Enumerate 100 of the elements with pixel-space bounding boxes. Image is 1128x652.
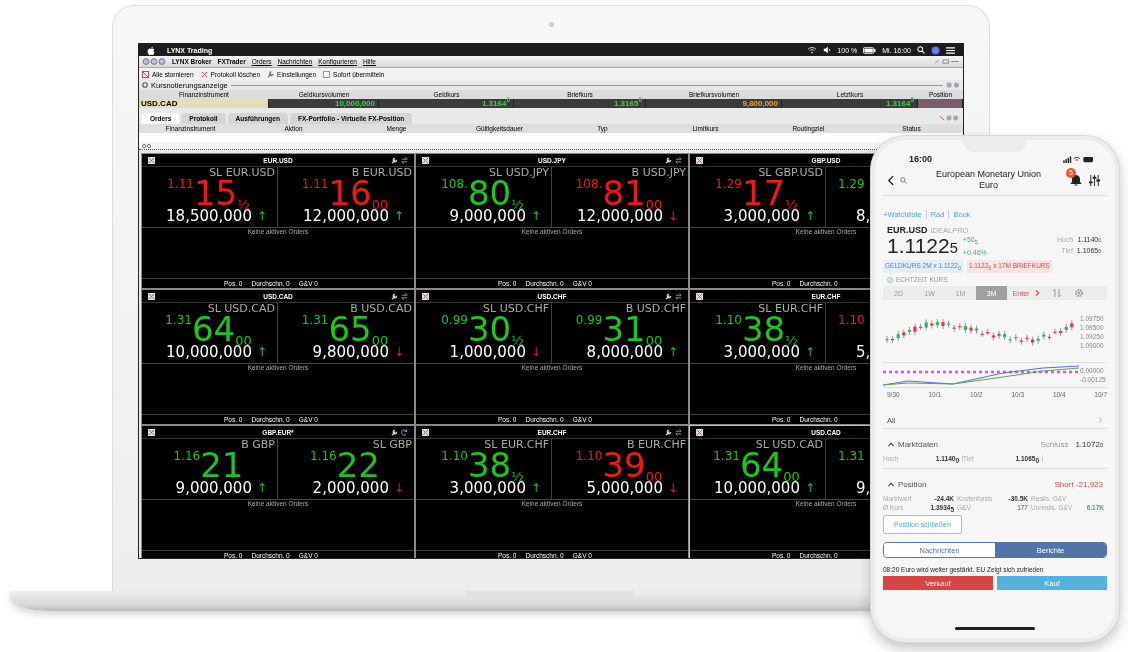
swap-icon[interactable] bbox=[675, 292, 682, 300]
collapse-icon[interactable] bbox=[887, 441, 895, 447]
quote-label: B USD.JPY bbox=[631, 167, 686, 179]
quote-label: SL EUR.CHF bbox=[758, 303, 823, 315]
wifi-icon[interactable] bbox=[807, 46, 818, 54]
tab-tools-icon[interactable] bbox=[939, 115, 959, 121]
quote-label: B EUR.USD bbox=[351, 167, 412, 179]
chevron-icon bbox=[1098, 416, 1103, 425]
cell-value: USD.CAD bbox=[141, 99, 178, 108]
quote-label: B EUR.CHF bbox=[626, 439, 686, 451]
collapse-icon[interactable] bbox=[887, 481, 895, 487]
wrench-icon[interactable] bbox=[665, 156, 672, 164]
wrench-icon[interactable] bbox=[391, 156, 398, 164]
price-prefix: 1.31 bbox=[165, 313, 192, 327]
quote-label: SL USD.CAD bbox=[755, 439, 823, 451]
tick-arrow: ↑ bbox=[393, 208, 404, 224]
cell-value: 1.3164$^{0}$ bbox=[481, 99, 510, 108]
swap-icon[interactable] bbox=[401, 156, 408, 164]
camera-icon bbox=[549, 22, 554, 27]
tick-arrow: ↓ bbox=[393, 480, 404, 496]
tick-arrow: ↑ bbox=[804, 344, 815, 360]
wrench-icon[interactable] bbox=[665, 292, 672, 300]
chevron-icon[interactable] bbox=[1035, 289, 1040, 298]
price-pips[interactable]: 30 bbox=[467, 312, 512, 346]
tile-menu-icon[interactable] bbox=[422, 292, 429, 300]
tick-arrow: ↑ bbox=[667, 344, 678, 360]
tile-menu-icon[interactable] bbox=[696, 428, 703, 436]
price-prefix: 0.99 bbox=[441, 313, 468, 327]
section-title: Position bbox=[898, 479, 927, 489]
gear-icon[interactable] bbox=[142, 82, 148, 88]
price-pips[interactable]: 16 bbox=[328, 176, 372, 210]
tile-menu-icon[interactable] bbox=[422, 156, 429, 164]
swap-icon[interactable] bbox=[675, 156, 682, 164]
price-pips[interactable]: 64 bbox=[739, 448, 784, 482]
tick-arrow: ↑ bbox=[256, 480, 267, 496]
swap-icon[interactable] bbox=[401, 292, 408, 300]
quote-label: SL USD.JPY bbox=[489, 167, 549, 179]
list-icon[interactable] bbox=[946, 46, 955, 54]
bell-icon[interactable] bbox=[1070, 173, 1082, 186]
price-prefix: 1.10 bbox=[838, 313, 865, 327]
price-prefix: 0.99 bbox=[575, 313, 603, 327]
price-prefix: 1.16 bbox=[173, 449, 201, 463]
pager-icon[interactable] bbox=[142, 143, 152, 148]
quote-label: SL USD.CHF bbox=[483, 303, 549, 315]
price-pips[interactable]: 21 bbox=[200, 448, 244, 482]
battery-icon[interactable] bbox=[863, 46, 877, 54]
wrench-icon[interactable] bbox=[391, 428, 398, 436]
price-pips[interactable]: 17 bbox=[741, 176, 786, 210]
tick-arrow: ↑ bbox=[256, 208, 267, 224]
quote-label: SL EUR.CHF bbox=[484, 439, 549, 451]
price-pips[interactable]: 15 bbox=[193, 176, 238, 210]
tile-menu-icon[interactable] bbox=[422, 428, 429, 436]
stat-label: Schluss bbox=[1040, 439, 1069, 449]
price-pips[interactable]: 22 bbox=[336, 448, 380, 482]
tick-arrow: ↑ bbox=[804, 208, 815, 224]
tick-arrow: ↑ bbox=[530, 208, 541, 224]
tile-menu-icon[interactable] bbox=[148, 156, 155, 164]
quote-volume: 8, bbox=[856, 208, 871, 224]
search-icon[interactable] bbox=[917, 46, 925, 54]
wrench-icon[interactable] bbox=[665, 428, 672, 436]
tile-menu-icon[interactable] bbox=[148, 292, 155, 300]
quote-label: SL USD.CAD bbox=[207, 303, 275, 315]
price-pips[interactable]: 81 bbox=[602, 176, 646, 210]
speaker-icon[interactable] bbox=[823, 46, 832, 54]
cancel-icon bbox=[142, 70, 149, 78]
price-pips[interactable]: 31 bbox=[602, 312, 646, 346]
tile-menu-icon[interactable] bbox=[148, 428, 155, 436]
price-prefix: 1.16 bbox=[310, 449, 337, 463]
price-prefix: 1.10 bbox=[441, 449, 468, 463]
wrench-icon[interactable] bbox=[391, 292, 398, 300]
quote-label: SL EUR.USD bbox=[209, 167, 275, 179]
quote-volume: 9, bbox=[856, 480, 871, 496]
price-pips[interactable]: 38 bbox=[741, 312, 786, 346]
tick-arrow: ↑ bbox=[256, 344, 267, 360]
price-prefix: 108. bbox=[575, 177, 603, 191]
price-pips[interactable]: 38 bbox=[467, 448, 512, 482]
quote-label: SL GBP bbox=[372, 439, 412, 451]
tick-arrow: ↓ bbox=[667, 480, 678, 496]
price-pips[interactable]: 80 bbox=[467, 176, 512, 210]
cell-value: 1.3164$^{5}$ bbox=[885, 99, 914, 108]
tile-menu-icon[interactable] bbox=[696, 156, 703, 164]
price-pips[interactable]: 65 bbox=[328, 312, 372, 346]
refresh-icon[interactable] bbox=[401, 428, 408, 436]
price-prefix: 1.29 bbox=[838, 177, 865, 191]
clear-icon bbox=[200, 70, 208, 78]
tick-arrow: ↑ bbox=[804, 480, 815, 496]
window-tools-icon[interactable] bbox=[934, 59, 960, 64]
window-controls-icon[interactable] bbox=[142, 58, 166, 65]
price-pips[interactable]: 39 bbox=[602, 448, 646, 482]
quote-volume: 9,000,000 bbox=[175, 480, 252, 496]
tile-menu-icon[interactable] bbox=[696, 292, 703, 300]
price-prefix: 1.29 bbox=[715, 177, 742, 191]
swap-icon[interactable] bbox=[675, 428, 682, 436]
tick-arrow: ↓ bbox=[530, 344, 541, 360]
siri-icon[interactable] bbox=[931, 45, 940, 55]
price-pips[interactable]: 64 bbox=[191, 312, 236, 346]
sliders-icon[interactable] bbox=[1088, 173, 1101, 187]
tick-arrow: ↑ bbox=[530, 480, 541, 496]
back-icon[interactable] bbox=[887, 174, 894, 186]
price-prefix: 108. bbox=[441, 177, 468, 191]
